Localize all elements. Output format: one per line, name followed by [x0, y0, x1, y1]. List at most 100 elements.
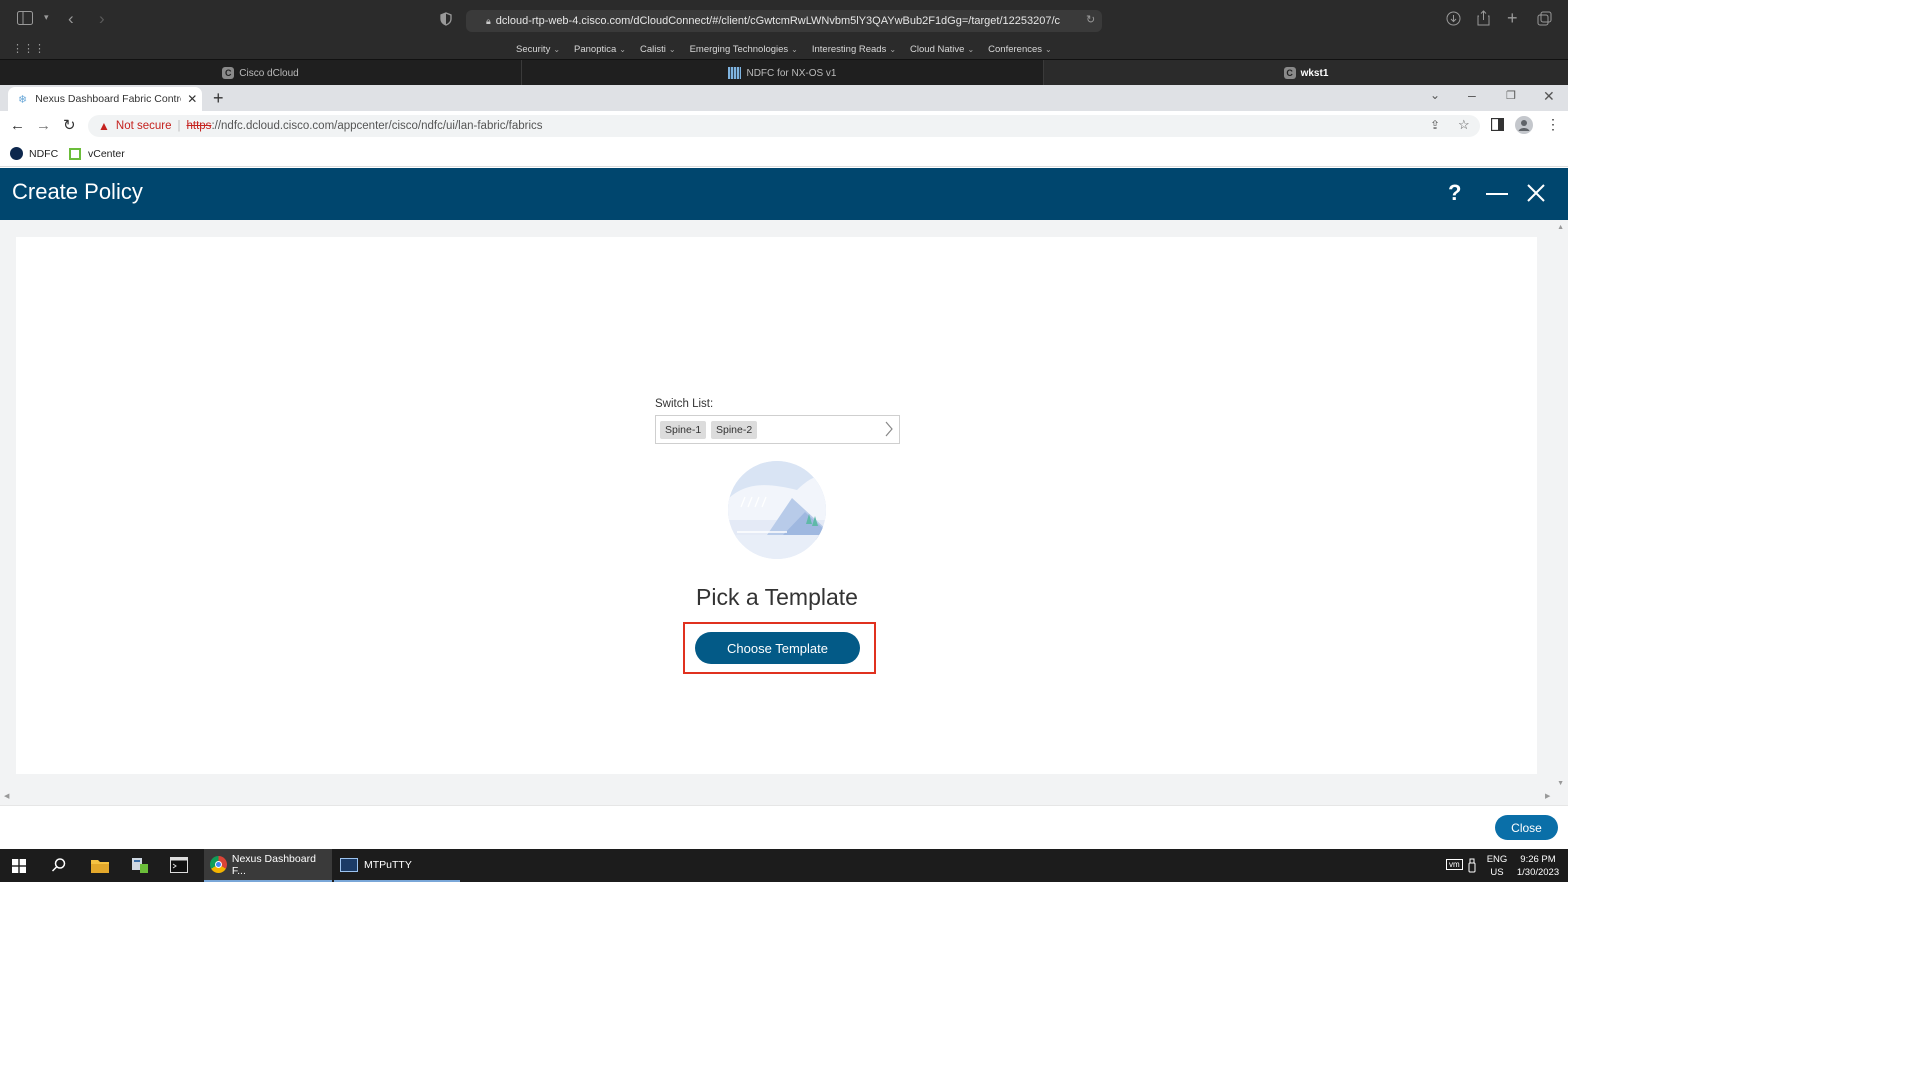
window-close-icon[interactable]: ✕ [1543, 88, 1555, 105]
chrome-address-bar[interactable]: ▲ Not secure | https ://ndfc.dcloud.cisc… [88, 115, 1480, 137]
sidebar-icon[interactable] [17, 11, 33, 28]
chevron-down-icon[interactable]: ▾ [44, 12, 49, 23]
warning-icon: ▲ [98, 119, 110, 133]
new-tab-icon[interactable]: + [213, 88, 224, 109]
empty-state-illustration-icon [727, 460, 827, 563]
chevron-down-icon: ⌄ [553, 45, 561, 54]
bookmark-ndfc[interactable]: NDFC [10, 146, 58, 161]
restore-icon[interactable]: ❐ [1506, 89, 1516, 102]
forward-icon[interactable]: › [99, 9, 105, 29]
star-icon[interactable]: ☆ [1458, 117, 1470, 133]
ndfc-logo-icon [10, 147, 23, 160]
usb-device-icon[interactable] [1467, 858, 1477, 876]
bookmark-interesting-reads[interactable]: Interesting Reads ⌄ [812, 44, 896, 55]
download-icon[interactable] [1446, 11, 1461, 29]
help-icon[interactable]: ? [1448, 180, 1461, 206]
bookmark-conferences[interactable]: Conferences ⌄ [988, 44, 1052, 55]
shield-icon[interactable] [440, 12, 452, 29]
safari-tab-wkst1[interactable]: C wkst1 [1044, 60, 1568, 86]
bookmark-cloud-native[interactable]: Cloud Native ⌄ [910, 44, 974, 55]
scroll-up-icon[interactable]: ▲ [1557, 224, 1564, 231]
safari-address-bar[interactable]: 🔒︎ dcloud-rtp-web-4.cisco.com/dCloudConn… [466, 10, 1102, 32]
tab-overview-icon[interactable] [1537, 11, 1552, 29]
scroll-left-icon[interactable]: ◀ [4, 792, 9, 800]
vm-tray-icon[interactable]: vm [1446, 859, 1463, 870]
taskbar-app-chrome[interactable]: Nexus Dashboard F... [204, 849, 332, 882]
chevron-down-icon: ⌄ [1045, 45, 1052, 54]
safari-url-text: dcloud-rtp-web-4.cisco.com/dCloudConnect… [495, 15, 1061, 27]
switch-chip-spine-2[interactable]: Spine-2 [711, 421, 758, 439]
close-button[interactable]: Close [1495, 815, 1558, 840]
grid-icon[interactable]: ⋮⋮⋮ [12, 42, 45, 55]
bookmark-security[interactable]: Security ⌄ [516, 44, 560, 55]
new-tab-icon[interactable]: + [1507, 8, 1518, 29]
search-icon[interactable] [51, 857, 67, 876]
reload-icon[interactable]: ↻ [63, 116, 76, 134]
switch-chip-spine-1[interactable]: Spine-1 [660, 421, 707, 439]
chrome-tab-ndfc[interactable]: ❄ Nexus Dashboard Fabric Controll ✕ [8, 87, 202, 111]
bookmark-emerging-technologies[interactable]: Emerging Technologies ⌄ [690, 44, 798, 55]
tab-close-icon[interactable]: ✕ [187, 92, 197, 106]
terminal-icon[interactable] [170, 857, 188, 876]
chevron-down-icon: ⌄ [967, 45, 975, 54]
taskbar-app-mtputty[interactable]: MTPuTTY [334, 849, 460, 882]
close-icon[interactable] [1526, 183, 1546, 206]
safari-tab-bar: C Cisco dCloud NDFC for NX-OS v1 C wkst1 [0, 59, 1568, 86]
language-indicator[interactable]: ENG US [1484, 853, 1510, 879]
vcenter-logo-icon [69, 147, 81, 160]
bookmark-vcenter[interactable]: vCenter [69, 146, 125, 161]
lock-icon: 🔒︎ [486, 15, 491, 26]
share-icon[interactable] [1477, 10, 1490, 29]
switch-list-field[interactable]: Spine-1 Spine-2 [655, 415, 900, 444]
safari-toolbar: ▾ ‹ › 🔒︎ dcloud-rtp-web-4.cisco.com/dClo… [0, 0, 1568, 40]
chevron-down-icon: ⌄ [791, 45, 798, 54]
wkst1-favicon: C [1283, 67, 1296, 79]
choose-template-button[interactable]: Choose Template [695, 632, 860, 664]
safari-tab-ndfc[interactable]: NDFC for NX-OS v1 [522, 60, 1044, 86]
page-title: Create Policy [12, 179, 143, 204]
bookmark-panoptica[interactable]: Panoptica ⌄ [574, 44, 626, 55]
ndfc-favicon-icon: ❄ [18, 93, 28, 106]
minimize-icon[interactable] [1486, 193, 1508, 195]
windows-start-icon[interactable] [12, 859, 26, 876]
chrome-bookmarks-bar: NDFC vCenter [0, 141, 1568, 167]
mtputty-window-icon [340, 857, 358, 872]
empty-state-title: Pick a Template [696, 584, 858, 610]
chrome-toolbar: ← → ↻ ▲ Not secure | https ://ndfc.dclou… [0, 111, 1568, 141]
url-path: ://ndfc.dcloud.cisco.com/appcenter/cisco… [211, 120, 543, 132]
profile-avatar-icon[interactable] [1515, 116, 1533, 137]
safari-favorites-bar: ⋮⋮⋮ Security ⌄ Panoptica ⌄ Calisti ⌄ Emergi… [0, 40, 1568, 59]
back-arrow-icon[interactable]: ← [10, 117, 25, 134]
chevron-down-icon: ⌄ [668, 45, 676, 54]
minimize-icon[interactable]: – [1468, 87, 1476, 103]
url-scheme: https [186, 120, 212, 132]
clock[interactable]: 9:26 PM 1/30/2023 [1512, 853, 1564, 879]
dialog-footer [0, 805, 1568, 849]
side-panel-icon[interactable] [1490, 117, 1505, 134]
switch-list-label: Switch List: [655, 398, 714, 410]
chevron-down-icon: ⌄ [889, 45, 897, 54]
chrome-tab-strip: + ⌄ – ❐ ✕ [0, 85, 1568, 111]
dcloud-favicon: C [222, 67, 235, 79]
reload-icon[interactable]: ↻ [1086, 13, 1095, 26]
chevron-down-icon: ⌄ [619, 45, 626, 54]
not-secure-label: Not secure [115, 120, 172, 132]
chrome-logo-icon [210, 856, 227, 873]
windows-taskbar: Nexus Dashboard F... MTPuTTY vm ENG US 9… [0, 849, 1568, 882]
url-divider: | [177, 120, 181, 132]
scroll-right-icon[interactable]: ▶ [1545, 792, 1550, 800]
back-icon[interactable]: ‹ [68, 9, 74, 29]
safari-tab-cisco-dcloud[interactable]: C Cisco dCloud [0, 60, 522, 86]
forward-arrow-icon[interactable]: → [36, 117, 51, 134]
bookmark-calisti[interactable]: Calisti ⌄ [640, 44, 676, 55]
more-menu-icon[interactable]: ⋮ [1546, 116, 1560, 133]
horizontal-scrollbar[interactable]: ◀ ▶ [0, 790, 1568, 805]
chevron-right-icon[interactable] [884, 420, 894, 441]
scroll-down-icon[interactable]: ▼ [1557, 780, 1564, 787]
share-icon[interactable]: ⇪ [1430, 118, 1440, 132]
file-explorer-icon[interactable] [91, 858, 109, 876]
create-policy-header: Create Policy ? [0, 168, 1568, 220]
ndfc-favicon-icon [728, 67, 742, 79]
tab-search-chevron-icon[interactable]: ⌄ [1430, 88, 1440, 102]
server-manager-icon[interactable] [131, 857, 149, 877]
